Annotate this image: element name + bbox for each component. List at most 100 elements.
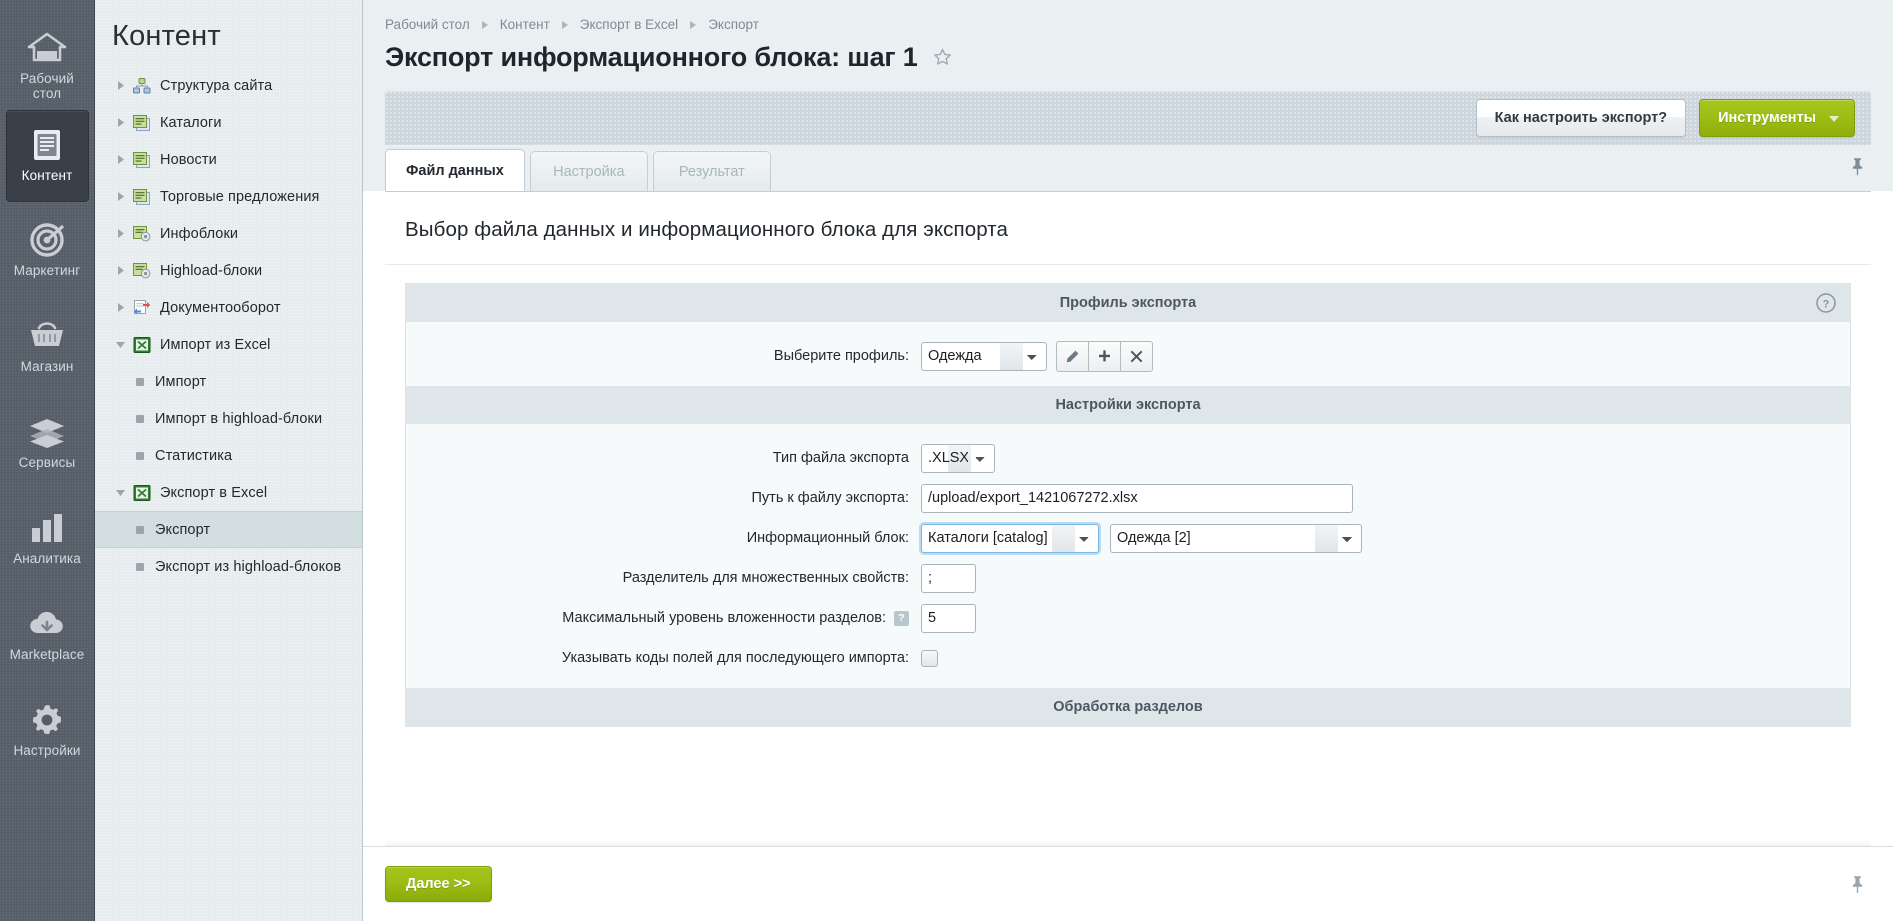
tree-item-11[interactable]: Статистика <box>95 437 362 474</box>
question-mark-icon[interactable]: ? <box>894 611 909 626</box>
rail-item-2[interactable]: Контент <box>6 110 89 202</box>
label-depth: Максимальный уровень вложенности раздело… <box>406 610 921 626</box>
content-tree-panel: Контент Структура сайтаКаталогиНовостиТо… <box>95 0 363 921</box>
target-icon <box>28 220 66 260</box>
control-profile: Одежда <box>921 341 1153 372</box>
bullet-icon <box>136 452 144 460</box>
tree-item-label: Highload-блоки <box>160 263 262 279</box>
breadcrumb-item-3[interactable]: Экспорт в Excel <box>580 17 678 32</box>
separator-input[interactable] <box>921 564 976 593</box>
iblock-icon <box>132 114 152 132</box>
export-path-input[interactable] <box>921 484 1353 513</box>
chevron-right-icon[interactable] <box>112 115 128 131</box>
control-depth <box>921 604 976 633</box>
chevron-down-icon[interactable] <box>112 485 128 501</box>
row-separator: Разделитель для множественных свойств: <box>406 558 1850 598</box>
section-title-profile: Профиль экспорта <box>1060 295 1196 311</box>
file-type-select[interactable]: .XLSX <box>921 444 995 473</box>
chevron-down-icon <box>1829 116 1839 122</box>
profile-select[interactable]: Одежда <box>921 342 1047 371</box>
bar-chart-icon <box>28 508 66 548</box>
rail-item-1[interactable]: Рабочий стол <box>6 14 89 106</box>
rail-item-3[interactable]: Маркетинг <box>6 206 89 298</box>
rail-item-7[interactable]: Marketplace <box>6 590 89 682</box>
plus-icon[interactable] <box>1088 341 1121 372</box>
bullet-icon <box>136 526 144 534</box>
tab-3[interactable]: Результат <box>653 151 771 191</box>
chevron-right-icon[interactable] <box>112 263 128 279</box>
settings-rows: Тип файла экспорта .XLSX Путь к файлу эк… <box>406 424 1850 688</box>
excel-icon <box>132 336 152 354</box>
tree-item-10[interactable]: Импорт в highload-блоки <box>95 400 362 437</box>
page-title: Экспорт информационного блока: шаг 1 <box>385 42 918 73</box>
tree-item-label: Структура сайта <box>160 78 272 94</box>
breadcrumb-item-1[interactable]: Рабочий стол <box>385 17 470 32</box>
tree-item-1[interactable]: Структура сайта <box>95 67 362 104</box>
rail-item-4[interactable]: Магазин <box>6 302 89 394</box>
close-icon[interactable] <box>1120 341 1153 372</box>
chevron-right-icon[interactable] <box>112 226 128 242</box>
pin-icon-top[interactable] <box>1850 157 1865 181</box>
tools-button[interactable]: Инструменты <box>1699 99 1855 137</box>
rail-item-label: Marketplace <box>10 647 85 662</box>
form-heading: Выбор файла данных и информационного бло… <box>385 192 1871 265</box>
tree-item-8[interactable]: Импорт из Excel <box>95 326 362 363</box>
chevron-right-icon[interactable] <box>112 78 128 94</box>
chevron-down-icon[interactable] <box>112 337 128 353</box>
breadcrumb-item-2[interactable]: Контент <box>500 17 550 32</box>
gear-icon <box>28 700 66 740</box>
control-separator <box>921 564 976 593</box>
tree-item-5[interactable]: Инфоблоки <box>95 215 362 252</box>
tab-1[interactable]: Файл данных <box>385 149 525 191</box>
profile-rows: Выберите профиль: Одежда <box>406 322 1850 386</box>
tree-item-14[interactable]: Экспорт из highload-блоков <box>95 548 362 585</box>
next-button[interactable]: Далее >> <box>385 866 492 902</box>
row-profile-select: Выберите профиль: Одежда <box>406 336 1850 376</box>
rail-item-8[interactable]: Настройки <box>6 686 89 778</box>
workflow-icon <box>132 299 152 317</box>
depth-input[interactable] <box>921 604 976 633</box>
chevron-right-icon[interactable] <box>112 300 128 316</box>
pencil-icon[interactable] <box>1056 341 1089 372</box>
chevron-right-icon[interactable] <box>112 152 128 168</box>
label-depth-text: Максимальный уровень вложенности раздело… <box>562 610 886 626</box>
section-title-sections: Обработка разделов <box>1053 699 1202 715</box>
tree-item-label: Статистика <box>155 448 232 464</box>
tree-item-12[interactable]: Экспорт в Excel <box>95 474 362 511</box>
bullet-icon <box>136 563 144 571</box>
tree-item-6[interactable]: Highload-блоки <box>95 252 362 289</box>
pin-icon-bottom[interactable] <box>1850 875 1865 899</box>
label-export-path: Путь к файлу экспорта: <box>406 490 921 506</box>
rail-item-label: Рабочий стол <box>6 71 88 101</box>
chevron-right-icon[interactable] <box>112 189 128 205</box>
bullet-icon <box>136 378 144 386</box>
tree-item-4[interactable]: Торговые предложения <box>95 178 362 215</box>
iblock-type-select[interactable]: Каталоги [catalog] <box>921 524 1099 553</box>
tab-2[interactable]: Настройка <box>530 151 648 191</box>
field-codes-checkbox[interactable] <box>921 650 938 667</box>
tree-item-7[interactable]: Документооборот <box>95 289 362 326</box>
tree-item-label: Экспорт в Excel <box>160 485 267 501</box>
tree-item-13[interactable]: Экспорт <box>95 511 362 548</box>
tree-item-3[interactable]: Новости <box>95 141 362 178</box>
question-circle-icon[interactable]: ? <box>1815 292 1837 318</box>
tree-item-2[interactable]: Каталоги <box>95 104 362 141</box>
page-title-row: Экспорт информационного блока: шаг 1 <box>363 32 1893 73</box>
global-nav-rail: Рабочий стол КонтентМаркетингМагазин Серви… <box>0 0 95 921</box>
rail-item-label: Сервисы <box>19 455 76 470</box>
tree-item-9[interactable]: Импорт <box>95 363 362 400</box>
rail-item-6[interactable]: Аналитика <box>6 494 89 586</box>
control-export-path <box>921 484 1353 513</box>
label-file-type: Тип файла экспорта <box>406 450 921 466</box>
rail-item-5[interactable]: Сервисы <box>6 398 89 490</box>
action-toolbar: Как настроить экспорт? Инструменты <box>385 91 1871 145</box>
how-to-configure-export-button[interactable]: Как настроить экспорт? <box>1476 99 1686 137</box>
tree-item-label: Импорт в highload-блоки <box>155 411 322 427</box>
main-content: Рабочий стол Контент Экспорт в Excel Экспор… <box>363 0 1893 921</box>
star-icon[interactable] <box>932 47 953 68</box>
toolbar-wrapper: Как настроить экспорт? Инструменты <box>363 73 1893 145</box>
document-icon <box>28 125 66 165</box>
bullet-icon <box>136 415 144 423</box>
iblock-select[interactable]: Одежда [2] <box>1110 524 1362 553</box>
rail-item-label: Настройки <box>13 743 80 758</box>
